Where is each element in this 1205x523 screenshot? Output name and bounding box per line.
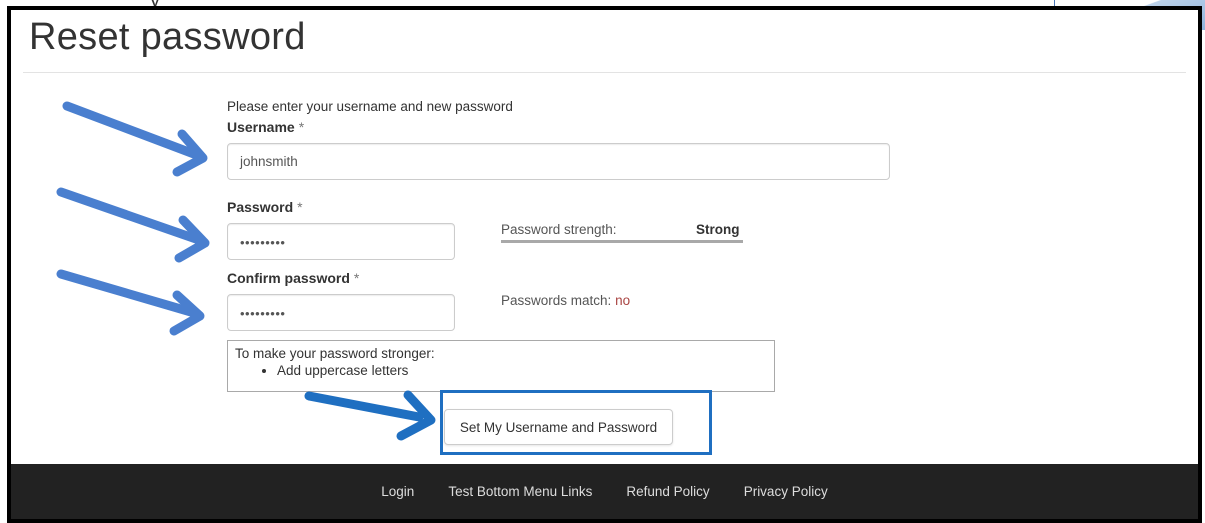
passwords-match-label: Passwords match: <box>501 293 612 308</box>
screenshot-frame: Reset password Please enter your usernam… <box>7 6 1202 523</box>
password-tips-box: To make your password stronger: Add uppe… <box>227 340 775 392</box>
password-strength-label: Password strength: <box>501 222 617 237</box>
passwords-match-status: Passwords match: no <box>501 293 630 308</box>
footer-link-privacy-policy[interactable]: Privacy Policy <box>744 484 828 499</box>
required-mark: * <box>353 270 360 286</box>
footer-links: Login Test Bottom Menu Links Refund Poli… <box>11 484 1198 499</box>
title-divider <box>23 72 1186 73</box>
password-tip-item: Add uppercase letters <box>277 363 767 378</box>
arrow-pointer-icon <box>56 269 205 336</box>
footer-link-login[interactable]: Login <box>381 484 414 499</box>
password-strength-bar <box>501 240 743 243</box>
confirm-password-input[interactable]: ••••••••• <box>227 294 455 331</box>
confirm-password-label: Confirm password * <box>227 270 359 286</box>
form-intro-text: Please enter your username and new passw… <box>227 99 513 114</box>
username-label: Username * <box>227 119 304 135</box>
footer-bar: Login Test Bottom Menu Links Refund Poli… <box>11 464 1198 519</box>
password-label-text: Password <box>227 199 294 215</box>
confirm-password-label-text: Confirm password <box>227 270 350 286</box>
page-title: Reset password <box>29 16 306 58</box>
username-input[interactable]: johnsmith <box>227 143 890 180</box>
arrow-pointer-icon <box>304 390 436 441</box>
required-mark: * <box>297 199 303 215</box>
password-input[interactable]: ••••••••• <box>227 223 455 260</box>
passwords-match-value: no <box>615 293 631 308</box>
footer-link-refund-policy[interactable]: Refund Policy <box>626 484 709 499</box>
arrow-pointer-icon <box>62 101 208 177</box>
password-tips-heading: To make your password stronger: <box>235 346 435 361</box>
set-username-password-button[interactable]: Set My Username and Password <box>444 409 673 445</box>
footer-link-test-bottom-menu[interactable]: Test Bottom Menu Links <box>448 484 592 499</box>
password-strength-value: Strong <box>696 222 740 237</box>
password-tips-list: Add uppercase letters <box>235 363 767 378</box>
username-label-text: Username <box>227 119 295 135</box>
password-label: Password * <box>227 199 303 215</box>
arrow-pointer-icon <box>56 187 210 263</box>
required-mark: * <box>298 119 305 135</box>
